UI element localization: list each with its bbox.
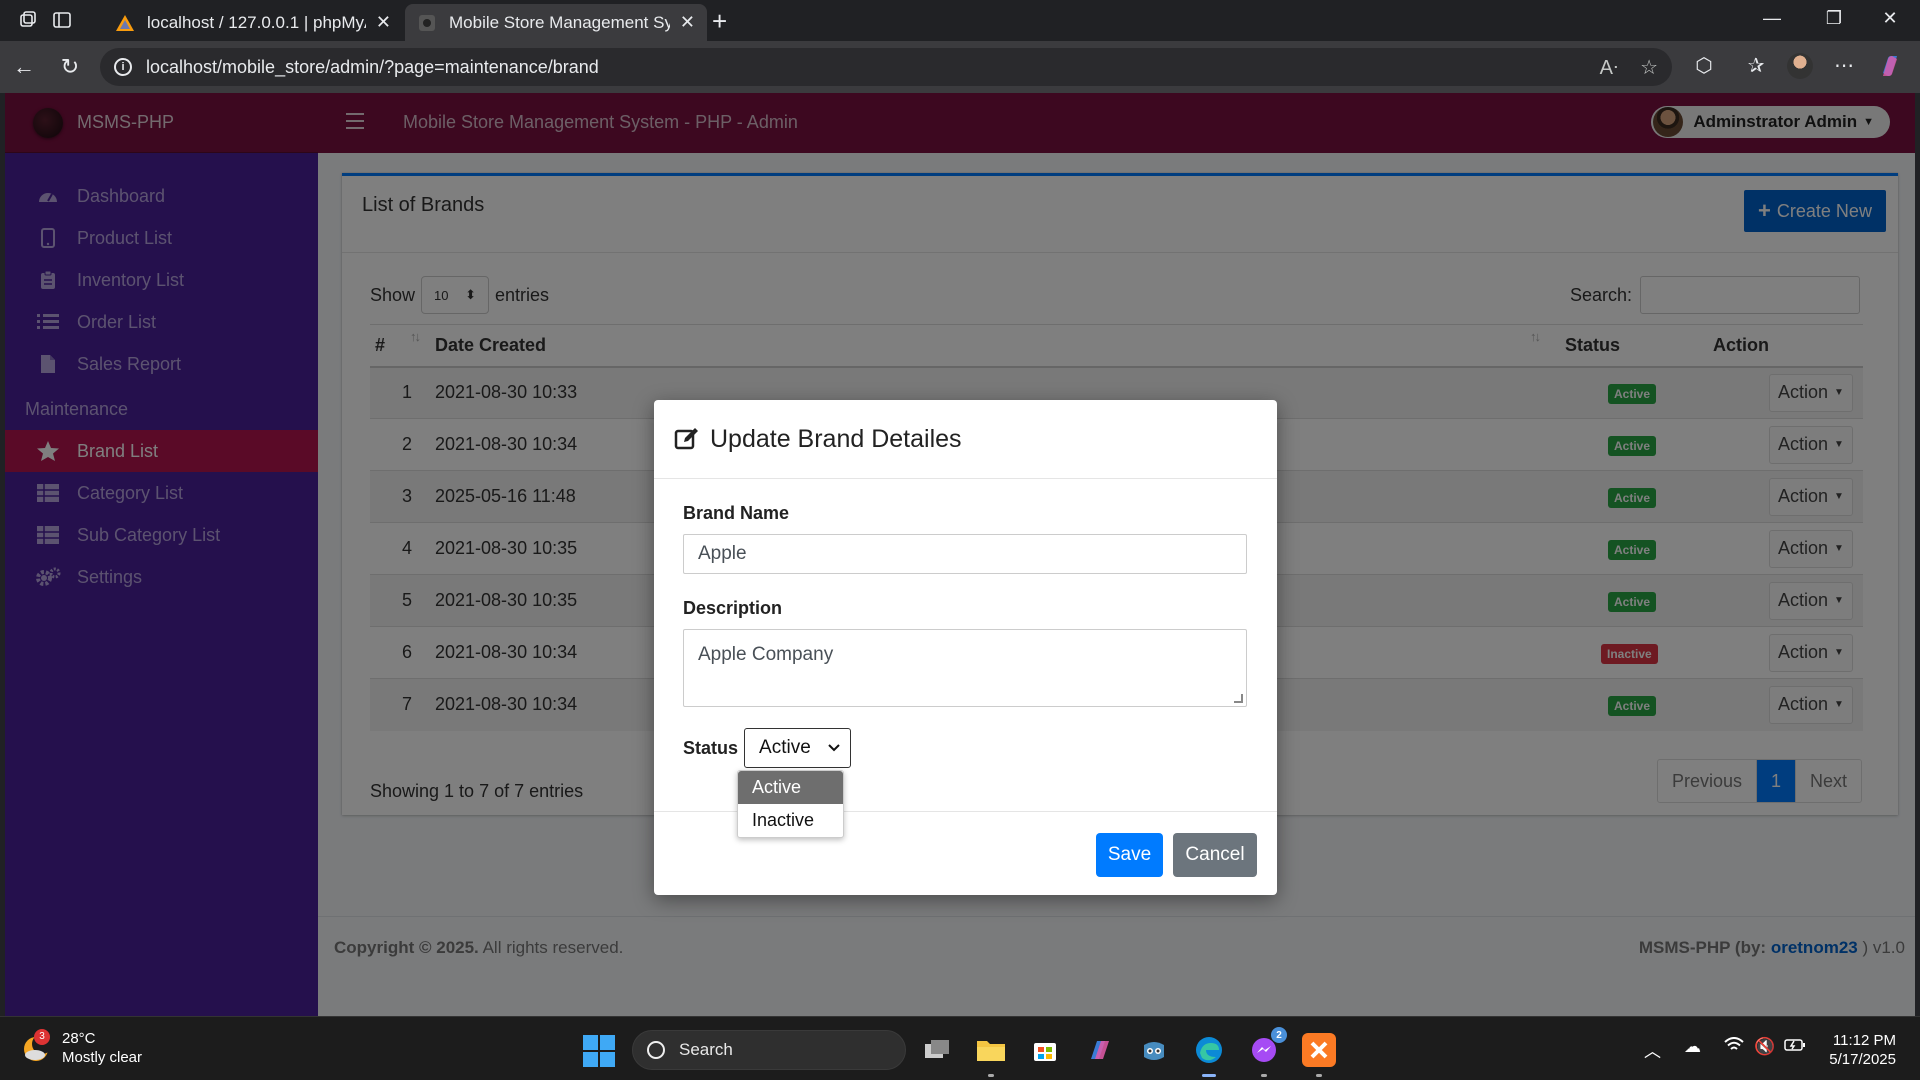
resize-handle-icon[interactable]: [1234, 694, 1243, 703]
edge-browser-icon[interactable]: [1192, 1033, 1226, 1077]
search-icon: [647, 1041, 665, 1059]
edit-icon: [674, 428, 698, 450]
modal-header: Update Brand Detailes: [654, 400, 1277, 479]
restore-icon[interactable]: ❐: [1814, 8, 1854, 29]
copilot-icon[interactable]: [1874, 53, 1906, 85]
tab-title: localhost / 127.0.0.1 | phpMyAdm: [147, 12, 366, 32]
copilot-app-icon[interactable]: [1082, 1033, 1116, 1067]
show-hidden-icons[interactable]: ︿: [1644, 1037, 1661, 1062]
clock-date: 5/17/2025: [1829, 1051, 1896, 1068]
system-clock[interactable]: 11:12 PM 5/17/2025: [1829, 1031, 1896, 1069]
new-tab-icon[interactable]: +: [712, 6, 727, 37]
weather-temp: 28°C: [62, 1030, 96, 1047]
reload-icon[interactable]: ↻: [56, 53, 84, 81]
volume-muted-icon[interactable]: 🔇: [1754, 1037, 1775, 1057]
messenger-badge: 2: [1271, 1027, 1287, 1043]
chevron-down-icon: [828, 744, 840, 752]
description-value: Apple Company: [698, 644, 834, 665]
minimize-icon[interactable]: —: [1752, 8, 1792, 29]
status-dropdown-list: Active Inactive: [737, 770, 844, 838]
onedrive-icon[interactable]: ☁: [1684, 1037, 1701, 1057]
description-textarea[interactable]: Apple Company: [683, 629, 1247, 707]
read-aloud-icon[interactable]: Aᐧ: [1600, 55, 1618, 80]
profile-avatar[interactable]: [1784, 53, 1816, 79]
site-info-icon[interactable]: i: [114, 58, 132, 76]
task-view-icon[interactable]: [920, 1033, 954, 1067]
windows-taskbar: 3 28°C Mostly clear Search 2 ︿ ☁ 🔇 11:12…: [0, 1016, 1920, 1080]
battery-icon[interactable]: [1784, 1037, 1806, 1058]
microsoft-store-icon[interactable]: [1028, 1033, 1062, 1067]
status-option-inactive[interactable]: Inactive: [738, 804, 843, 837]
weather-moon-icon: 3: [20, 1029, 54, 1065]
weather-badge: 3: [34, 1029, 50, 1045]
tab-title: Mobile Store Management Syster: [449, 12, 670, 32]
site-favicon-icon: [419, 14, 435, 31]
browser-toolbar: ← ↻ i localhost/mobile_store/admin/?page…: [0, 41, 1920, 93]
brand-name-label: Brand Name: [683, 503, 790, 523]
cancel-button[interactable]: Cancel: [1173, 833, 1257, 877]
weather-desc: Mostly clear: [62, 1049, 143, 1066]
app-viewport: MSMS-PHP Dashboard Product List Inventor…: [5, 93, 1915, 1016]
status-select[interactable]: Active: [744, 728, 852, 768]
description-group: Description Apple Company: [683, 598, 1247, 707]
messenger-icon[interactable]: 2: [1247, 1027, 1287, 1077]
taskbar-search-label: Search: [679, 1040, 733, 1059]
close-tab-icon[interactable]: ✕: [680, 12, 695, 33]
wifi-icon[interactable]: [1724, 1037, 1744, 1058]
extensions-icon[interactable]: ⬡: [1688, 53, 1720, 78]
taskbar-search[interactable]: Search: [632, 1030, 906, 1070]
update-brand-modal: Update Brand Detailes Brand Name Apple D…: [654, 400, 1277, 895]
modal-title: Update Brand Detailes: [710, 424, 962, 453]
phpmyadmin-icon: [116, 14, 134, 31]
close-tab-icon[interactable]: ✕: [376, 12, 391, 33]
favorite-star-icon[interactable]: ☆: [1640, 55, 1658, 80]
status-option-active[interactable]: Active: [738, 771, 843, 804]
save-button[interactable]: Save: [1096, 833, 1163, 877]
status-select-value: Active: [759, 737, 811, 758]
url-text[interactable]: localhost/mobile_store/admin/?page=maint…: [146, 57, 1578, 78]
status-label: Status: [683, 737, 739, 758]
xampp-icon[interactable]: [1302, 1033, 1336, 1077]
tab-mobile-store[interactable]: Mobile Store Management Syster ✕: [405, 4, 707, 41]
description-label: Description: [683, 598, 783, 618]
status-group: Status Active: [683, 728, 852, 768]
favorites-icon[interactable]: ✰: [1740, 53, 1772, 78]
close-window-icon[interactable]: ✕: [1870, 8, 1910, 29]
godot-engine-icon[interactable]: [1137, 1033, 1171, 1067]
clock-time: 11:12 PM: [1832, 1032, 1896, 1049]
brand-name-group: Brand Name Apple: [683, 503, 1247, 574]
file-explorer-icon[interactable]: [974, 1033, 1008, 1077]
more-menu-icon[interactable]: ⋯: [1828, 53, 1860, 78]
tab-phpmyadmin[interactable]: localhost / 127.0.0.1 | phpMyAdm ✕: [103, 4, 403, 41]
browser-tab-bar: localhost / 127.0.0.1 | phpMyAdm ✕ Mobil…: [0, 0, 1920, 41]
brand-name-input[interactable]: Apple: [683, 534, 1247, 574]
address-bar[interactable]: i localhost/mobile_store/admin/?page=mai…: [100, 48, 1672, 86]
back-icon[interactable]: ←: [10, 53, 38, 81]
start-button[interactable]: [583, 1035, 615, 1067]
tab-actions-icon[interactable]: [48, 8, 76, 32]
weather-widget[interactable]: 3 28°C Mostly clear: [20, 1029, 142, 1067]
workspaces-icon[interactable]: [14, 8, 42, 32]
